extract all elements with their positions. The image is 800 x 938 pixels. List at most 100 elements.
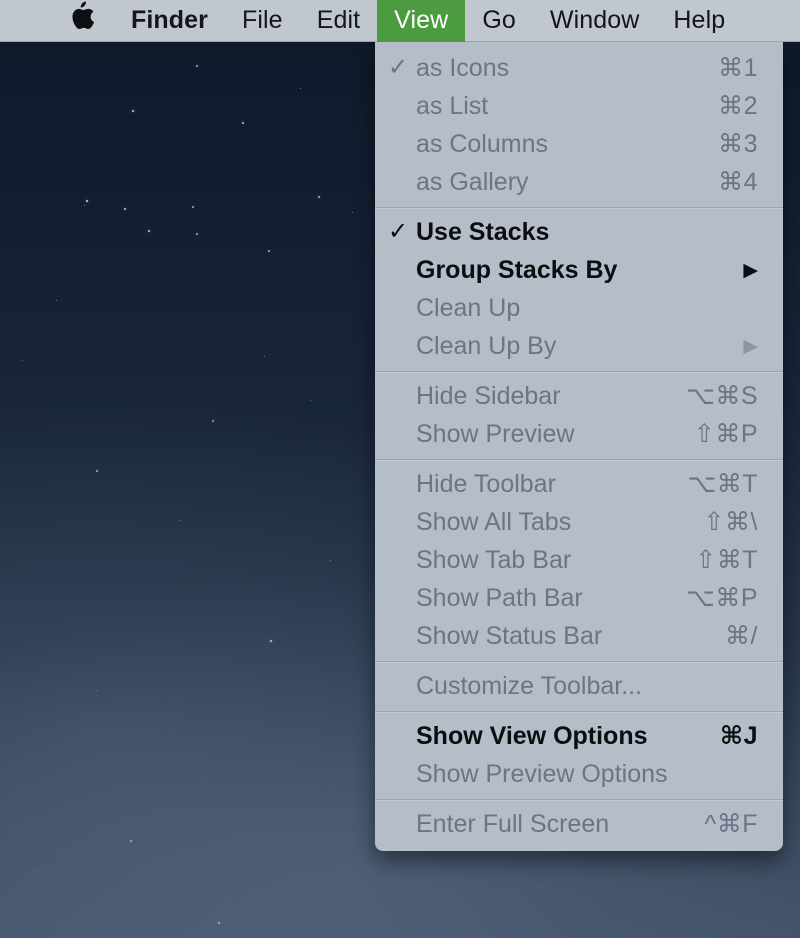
menu-item-enter-full-screen: Enter Full Screen ^⌘F bbox=[375, 805, 783, 843]
menu-item-clean-up: Clean Up bbox=[375, 289, 783, 327]
menu-item-shortcut: ⇧⌘P bbox=[693, 420, 758, 448]
star bbox=[22, 360, 24, 362]
star bbox=[86, 200, 89, 203]
star bbox=[34, 870, 36, 872]
view-dropdown-menu[interactable]: ✓ as Icons ⌘1 as List ⌘2 as Columns ⌘3 as Galle… bbox=[375, 42, 783, 851]
menu-item-label: Show Tab Bar bbox=[416, 545, 572, 574]
menu-separator bbox=[375, 711, 783, 712]
menu-section: Customize Toolbar... bbox=[375, 666, 783, 706]
menubar-item-file[interactable]: File bbox=[225, 0, 300, 42]
menu-item-shortcut: ⌘/ bbox=[725, 622, 758, 650]
menu-separator bbox=[375, 799, 783, 800]
star bbox=[318, 196, 320, 198]
star bbox=[180, 520, 182, 522]
menu-item-show-preview-options: Show Preview Options bbox=[375, 755, 783, 793]
menu-item-show-status-bar: Show Status Bar ⌘/ bbox=[375, 617, 783, 655]
menu-item-label: Show Status Bar bbox=[416, 621, 603, 650]
menu-item-group-stacks-by[interactable]: Group Stacks By ▶ bbox=[375, 251, 783, 289]
menu-section: ✓ Use Stacks Group Stacks By ▶ Clean Up Clean… bbox=[375, 212, 783, 366]
star bbox=[196, 233, 198, 235]
menu-item-shortcut: ⌘4 bbox=[718, 168, 758, 196]
menu-item-shortcut: ⌘1 bbox=[718, 54, 758, 82]
menu-item-label: Hide Toolbar bbox=[416, 469, 556, 498]
menu-section: Hide Toolbar ⌥⌘T Show All Tabs ⇧⌘\ Show Tab … bbox=[375, 464, 783, 656]
menu-item-label: Hide Sidebar bbox=[416, 381, 561, 410]
menu-bar: Finder File Edit View Go Window Help bbox=[0, 0, 800, 42]
checkmark-icon: ✓ bbox=[388, 54, 409, 81]
menu-item-label: Clean Up By bbox=[416, 331, 557, 360]
star bbox=[212, 420, 214, 422]
menu-item-show-all-tabs: Show All Tabs ⇧⌘\ bbox=[375, 503, 783, 541]
menubar-item-go[interactable]: Go bbox=[465, 0, 533, 42]
menu-item-use-stacks[interactable]: ✓ Use Stacks bbox=[375, 213, 783, 251]
menu-item-shortcut: ⌘J bbox=[719, 722, 758, 750]
menu-item-as-list: as List ⌘2 bbox=[375, 87, 783, 125]
menu-item-show-tab-bar: Show Tab Bar ⇧⌘T bbox=[375, 541, 783, 579]
star bbox=[96, 470, 98, 472]
menu-item-shortcut: ⇧⌘T bbox=[695, 546, 758, 574]
menubar-item-edit[interactable]: Edit bbox=[300, 0, 377, 42]
star bbox=[330, 560, 332, 562]
menu-separator bbox=[375, 207, 783, 208]
star bbox=[124, 208, 126, 210]
menu-item-show-path-bar: Show Path Bar ⌥⌘P bbox=[375, 579, 783, 617]
menu-separator bbox=[375, 371, 783, 372]
menu-item-label: as Columns bbox=[416, 129, 548, 158]
menu-item-shortcut: ^⌘F bbox=[704, 810, 758, 838]
menu-item-show-view-options[interactable]: Show View Options ⌘J bbox=[375, 717, 783, 755]
star bbox=[56, 300, 58, 302]
checkmark-icon: ✓ bbox=[388, 218, 409, 245]
menu-item-label: Show Preview bbox=[416, 419, 575, 448]
menu-item-label: Group Stacks By bbox=[416, 255, 618, 284]
apple-menu-button[interactable] bbox=[0, 0, 114, 42]
star bbox=[310, 400, 312, 402]
menu-item-label: as List bbox=[416, 91, 489, 120]
menu-item-label: Show View Options bbox=[416, 721, 648, 750]
menu-section: Hide Sidebar ⌥⌘S Show Preview ⇧⌘P bbox=[375, 376, 783, 454]
menu-section: Show View Options ⌘J Show Preview Options bbox=[375, 716, 783, 794]
menu-section: Enter Full Screen ^⌘F bbox=[375, 804, 783, 844]
star bbox=[96, 690, 98, 692]
star bbox=[196, 65, 198, 67]
menu-item-shortcut: ⌥⌘T bbox=[687, 470, 758, 498]
menu-item-hide-sidebar: Hide Sidebar ⌥⌘S bbox=[375, 377, 783, 415]
menu-item-label: Show All Tabs bbox=[416, 507, 572, 536]
menu-item-as-columns: as Columns ⌘3 bbox=[375, 125, 783, 163]
menu-item-as-gallery: as Gallery ⌘4 bbox=[375, 163, 783, 201]
menu-item-label: Clean Up bbox=[416, 293, 521, 322]
menu-item-label: Enter Full Screen bbox=[416, 809, 610, 838]
menu-item-shortcut: ⌥⌘S bbox=[686, 382, 758, 410]
submenu-arrow-icon: ▶ bbox=[743, 259, 758, 281]
star bbox=[218, 922, 220, 924]
menubar-item-help[interactable]: Help bbox=[656, 0, 742, 42]
submenu-arrow-icon: ▶ bbox=[743, 335, 758, 357]
star bbox=[192, 206, 194, 208]
menu-item-hide-toolbar: Hide Toolbar ⌥⌘T bbox=[375, 465, 783, 503]
menu-item-label: as Gallery bbox=[416, 167, 529, 196]
menu-item-shortcut: ⌘2 bbox=[718, 92, 758, 120]
star bbox=[352, 212, 354, 214]
star bbox=[268, 250, 270, 252]
menu-item-shortcut: ⌥⌘P bbox=[686, 584, 758, 612]
star bbox=[270, 640, 272, 642]
star bbox=[132, 110, 134, 112]
apple-logo-icon bbox=[70, 1, 96, 36]
menubar-item-window[interactable]: Window bbox=[533, 0, 657, 42]
menu-item-label: Customize Toolbar... bbox=[416, 671, 643, 700]
menubar-item-view[interactable]: View bbox=[377, 0, 466, 42]
star bbox=[84, 205, 86, 207]
menubar-item-finder[interactable]: Finder bbox=[114, 0, 225, 42]
menu-item-customize-toolbar: Customize Toolbar... bbox=[375, 667, 783, 705]
menu-item-label: Show Preview Options bbox=[416, 759, 668, 788]
menu-section: ✓ as Icons ⌘1 as List ⌘2 as Columns ⌘3 as Galle… bbox=[375, 48, 783, 202]
menu-separator bbox=[375, 661, 783, 662]
star bbox=[242, 122, 244, 124]
menu-separator bbox=[375, 459, 783, 460]
star bbox=[264, 356, 266, 358]
menu-item-label: Use Stacks bbox=[416, 217, 550, 246]
menu-item-label: Show Path Bar bbox=[416, 583, 583, 612]
menu-item-shortcut: ⌘3 bbox=[718, 130, 758, 158]
menu-item-label: as Icons bbox=[416, 53, 510, 82]
menu-item-show-preview: Show Preview ⇧⌘P bbox=[375, 415, 783, 453]
star bbox=[148, 230, 150, 232]
